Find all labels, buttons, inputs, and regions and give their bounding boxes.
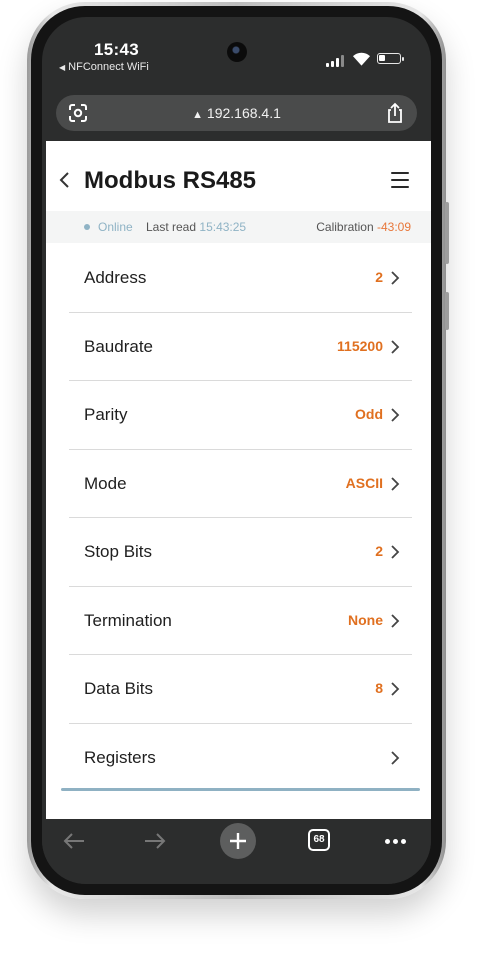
signal-icon <box>326 55 348 67</box>
scroll-progress-bar <box>61 788 420 791</box>
volume-button <box>445 202 449 264</box>
chevron-right-icon <box>391 271 400 285</box>
chevron-right-icon <box>391 339 400 354</box>
tabs-button[interactable]: 68 <box>308 829 330 851</box>
setting-label: Baudrate <box>84 336 153 356</box>
phone-bezel: 15:43 ◀ NFConnect WiFi ▲ 192.168.4.1 Mod… <box>31 6 442 895</box>
more-dots-icon[interactable] <box>385 839 407 845</box>
setting-label: Termination <box>84 610 172 630</box>
front-camera <box>227 42 247 62</box>
setting-value: Odd <box>355 406 383 422</box>
chevron-right-icon <box>391 682 400 696</box>
chevron-left-icon[interactable] <box>58 171 72 189</box>
wifi-icon <box>352 52 371 66</box>
calibration-label: Calibration <box>316 220 374 234</box>
setting-value: 115200 <box>337 337 383 354</box>
setting-label: Mode <box>84 473 127 493</box>
settings-list: Address 2 Baudrate 115200 Parity Odd Mod… <box>46 244 431 792</box>
setting-row-parity[interactable]: Parity Odd <box>46 381 431 450</box>
back-to-app-link[interactable]: ◀ NFConnect WiFi <box>59 61 149 73</box>
last-read-value: 15:43:25 <box>199 220 247 234</box>
battery-icon <box>377 53 404 64</box>
back-triangle-icon: ◀ <box>59 63 66 72</box>
setting-value: 2 <box>375 269 383 285</box>
url-text[interactable]: ▲ 192.168.4.1 <box>56 105 417 121</box>
status-time: 15:43 <box>94 40 139 59</box>
power-button <box>445 292 449 330</box>
setting-row-address[interactable]: Address 2 <box>46 244 431 313</box>
last-read: Last read 15:43:25 <box>146 220 246 234</box>
chevron-right-icon <box>391 408 400 422</box>
setting-row-registers[interactable]: Registers <box>46 724 431 793</box>
status-info-bar: Online Last read 15:43:25 Calibration -4… <box>46 211 431 243</box>
hamburger-menu-icon[interactable] <box>391 171 411 189</box>
setting-label: Parity <box>84 405 128 424</box>
share-icon[interactable] <box>385 102 405 124</box>
setting-row-baudrate[interactable]: Baudrate 115200 <box>46 313 431 381</box>
phone-frame: 15:43 ◀ NFConnect WiFi ▲ 192.168.4.1 Mod… <box>27 2 449 899</box>
web-page: Modbus RS485 Online Last read 15:43:25 C… <box>46 141 431 819</box>
setting-label: Address <box>84 268 147 287</box>
plus-icon <box>230 833 246 849</box>
status-bar: 15:43 ◀ NFConnect WiFi <box>42 17 431 83</box>
chevron-right-icon <box>391 476 400 491</box>
arrow-right-icon[interactable] <box>143 831 167 851</box>
setting-value: None <box>348 611 383 628</box>
screen: 15:43 ◀ NFConnect WiFi ▲ 192.168.4.1 Mod… <box>42 17 431 884</box>
chevron-right-icon <box>391 613 400 628</box>
chevron-right-icon <box>391 545 400 559</box>
browser-bottom-bar: 68 <box>42 819 431 884</box>
new-tab-button[interactable] <box>220 823 256 859</box>
setting-value: ASCII <box>345 474 383 491</box>
setting-row-mode[interactable]: Mode ASCII <box>46 450 431 518</box>
address-bar[interactable]: ▲ 192.168.4.1 <box>56 95 417 131</box>
page-header: Modbus RS485 <box>46 141 431 211</box>
online-dot-icon <box>84 224 90 230</box>
url-label: 192.168.4.1 <box>206 105 281 121</box>
last-read-label: Last read <box>146 220 197 234</box>
setting-value: 2 <box>375 543 383 559</box>
setting-value: 8 <box>375 680 383 696</box>
chevron-right-icon <box>391 750 400 765</box>
back-app-label: NFConnect WiFi <box>68 61 149 73</box>
setting-row-stop-bits[interactable]: Stop Bits 2 <box>46 518 431 587</box>
calibration-value: -43:09 <box>376 220 411 234</box>
setting-label: Registers <box>84 747 156 767</box>
setting-row-data-bits[interactable]: Data Bits 8 <box>46 655 431 724</box>
warning-icon: ▲ <box>192 109 204 121</box>
setting-label: Data Bits <box>84 679 153 698</box>
setting-label: Stop Bits <box>84 542 153 561</box>
arrow-left-icon[interactable] <box>62 831 86 851</box>
online-status: Online <box>98 220 133 234</box>
page-title: Modbus RS485 <box>84 167 257 194</box>
setting-row-termination[interactable]: Termination None <box>46 587 431 655</box>
calibration: Calibration -43:09 <box>316 220 411 234</box>
